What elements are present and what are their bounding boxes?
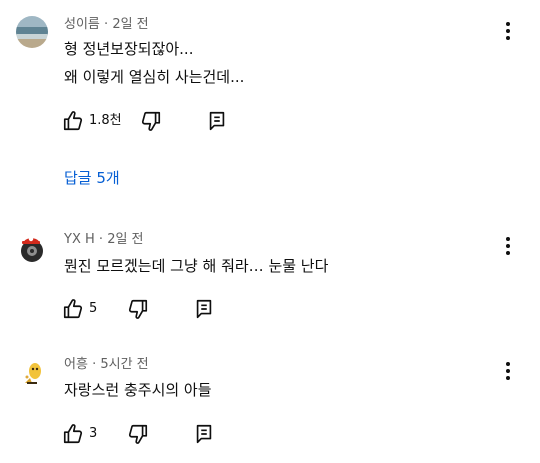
reply-icon [197, 424, 212, 444]
like-count: 3 [89, 426, 98, 441]
dislike-button[interactable] [127, 423, 149, 445]
avatar[interactable] [16, 16, 48, 48]
more-actions-button[interactable] [496, 19, 520, 43]
avatar[interactable] [16, 232, 48, 264]
thumbs-up-icon [63, 299, 83, 319]
author-name[interactable]: 어흥 [64, 357, 88, 372]
comment-text-line: 뭔진 모르겠는데 그냥 해 줘라… 눈물 난다 [64, 257, 329, 275]
comment-actions: 3 [62, 422, 215, 446]
meta-separator: · [104, 17, 109, 32]
thumbs-down-icon [129, 299, 148, 319]
avatar[interactable] [16, 356, 48, 388]
meta-separator: · [98, 232, 104, 247]
reply-button[interactable] [193, 423, 215, 445]
comment-time[interactable]: 2일 전 [112, 17, 148, 32]
thumbs-up-icon [63, 111, 83, 131]
like-count: 5 [89, 301, 98, 316]
dislike-button[interactable] [140, 110, 162, 132]
comment-meta: 어흥 · 5시간 전 [64, 357, 149, 373]
dislike-button[interactable] [127, 298, 149, 320]
comment-actions: 1.8천 [62, 109, 228, 133]
more-actions-button[interactable] [496, 359, 520, 383]
reply-icon [197, 299, 212, 319]
mario-tire-avatar-icon [16, 232, 48, 264]
comment-text-line: 형 정년보장되잖아... [64, 40, 194, 58]
thumbs-down-icon [141, 111, 160, 131]
comment-text-line: 자랑스런 충주시의 아들 [64, 381, 212, 399]
reply-button[interactable] [206, 110, 228, 132]
thumbs-up-icon [63, 424, 83, 444]
ocean-landscape-avatar-icon [16, 16, 48, 48]
more-actions-button[interactable] [496, 234, 520, 258]
like-count: 1.8천 [89, 113, 122, 128]
author-name[interactable]: YX H [64, 232, 95, 247]
like-button[interactable]: 5 [62, 298, 97, 320]
like-button[interactable]: 3 [62, 423, 97, 445]
comment-meta: YX H · 2일 전 [64, 232, 144, 248]
comment-meta: 성이름 · 2일 전 [64, 17, 149, 33]
comment-actions: 5 [62, 297, 215, 321]
more-vertical-icon [506, 362, 510, 380]
like-button[interactable]: 1.8천 [62, 110, 122, 132]
reply-icon [209, 111, 224, 131]
more-vertical-icon [506, 22, 510, 40]
thumbs-down-icon [129, 424, 148, 444]
reply-button[interactable] [193, 298, 215, 320]
meta-separator: · [92, 357, 97, 372]
comment-time[interactable]: 5시간 전 [100, 357, 148, 372]
author-name[interactable]: 성이름 [64, 17, 100, 32]
view-replies-link[interactable]: 답글 5개 [64, 168, 120, 188]
comment-time[interactable]: 2일 전 [107, 232, 143, 247]
more-vertical-icon [506, 237, 510, 255]
comment-text-line: 왜 이렇게 열심히 사는건데... [64, 68, 245, 86]
yellow-character-avatar-icon [16, 356, 48, 388]
